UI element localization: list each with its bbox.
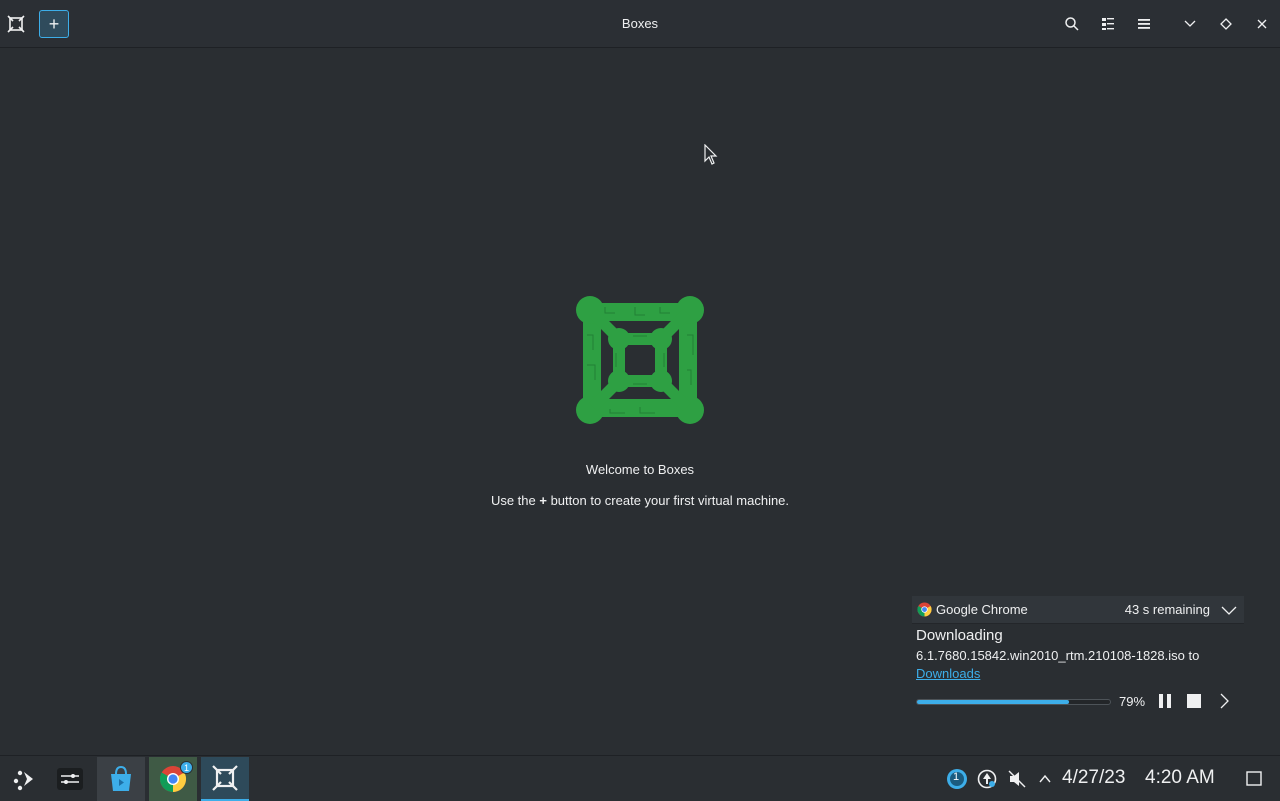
welcome-heading: Welcome to Boxes <box>585 462 695 477</box>
application-launcher-icon[interactable] <box>0 757 48 801</box>
boxes-logo-icon <box>576 296 704 424</box>
chrome-icon <box>917 602 932 617</box>
notification-title: Downloading <box>916 627 1003 644</box>
boxes-task-icon[interactable] <box>201 757 249 801</box>
download-progress-fill <box>917 700 1070 704</box>
download-notification: Google Chrome 43 s remaining Downloading… <box>912 596 1244 721</box>
notification-filename: 6.1.7680.15842.win2010_rtm.210108-1828.i… <box>916 648 1200 663</box>
system-settings-task-icon[interactable] <box>46 757 94 801</box>
updates-badge: 1 <box>953 771 960 783</box>
discover-store-task-icon[interactable] <box>97 757 145 801</box>
stop-icon[interactable] <box>1184 692 1204 710</box>
hint-text-before: Use the <box>490 493 540 508</box>
minimize-icon[interactable] <box>1178 12 1202 36</box>
hint-text-after: button to create your first virtual mach… <box>546 493 790 508</box>
pause-icon[interactable] <box>1155 692 1175 710</box>
download-progress-label: 79% <box>1119 694 1146 709</box>
search-icon[interactable] <box>1060 12 1084 36</box>
chrome-task-icon[interactable]: 1 <box>149 757 197 801</box>
maximize-icon[interactable] <box>1214 12 1238 36</box>
close-icon[interactable] <box>1250 12 1274 36</box>
view-toggle-icon[interactable] <box>1096 12 1120 36</box>
chevron-right-icon[interactable] <box>1214 692 1234 710</box>
chevron-down-icon[interactable] <box>1220 601 1238 619</box>
chevron-up-icon[interactable] <box>1034 768 1056 790</box>
taskbar-time[interactable]: 4:20 AM <box>1145 767 1215 789</box>
hamburger-menu-icon[interactable] <box>1132 12 1156 36</box>
hint-plus-symbol: + <box>539 493 547 508</box>
show-desktop-icon[interactable] <box>1243 768 1265 790</box>
volume-muted-icon[interactable] <box>1006 768 1028 790</box>
notification-app-name: Google Chrome <box>936 602 1028 617</box>
network-tray-icon[interactable] <box>976 768 998 790</box>
welcome-hint: Use the + button to create your first vi… <box>0 493 1280 508</box>
download-progress-bar <box>916 699 1111 705</box>
chrome-badge: 1 <box>180 761 193 774</box>
notification-time-remaining: 43 s remaining <box>1124 602 1210 617</box>
updates-tray-icon[interactable]: 1 <box>946 768 968 790</box>
mouse-cursor-icon <box>704 144 718 165</box>
window-title: Boxes <box>621 16 659 31</box>
taskbar: 1 1 4/27/23 4:20 AM <box>0 755 1280 801</box>
window-titlebar: + Boxes <box>0 0 1280 48</box>
taskbar-date[interactable]: 4/27/23 <box>1062 767 1125 789</box>
downloads-folder-link[interactable]: Downloads <box>916 666 980 681</box>
notification-header: Google Chrome 43 s remaining <box>912 596 1244 624</box>
